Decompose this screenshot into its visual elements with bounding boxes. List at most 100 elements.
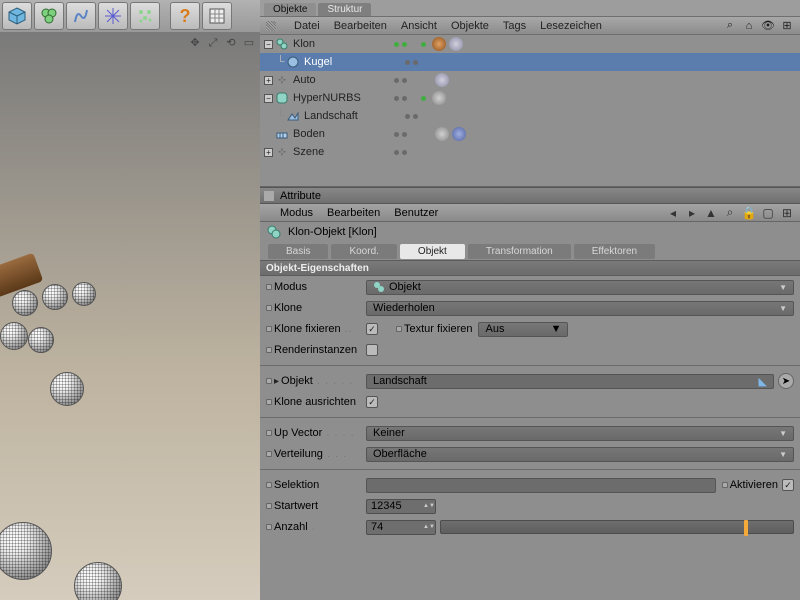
tab-objects[interactable]: Objekte <box>264 3 316 16</box>
expand-icon[interactable]: + <box>264 148 273 157</box>
pick-object-button[interactable]: ➤ <box>778 373 794 389</box>
tree-label[interactable]: Boden <box>293 128 385 140</box>
landscape-icon <box>286 109 300 123</box>
tree-row-landschaft[interactable]: └ Landschaft <box>260 107 800 125</box>
tag-icon[interactable] <box>452 127 466 141</box>
anzahl-input[interactable]: 74▲▼ <box>366 520 436 535</box>
zoom-icon[interactable]: ⤢ <box>206 36 220 50</box>
textur-fixieren-dropdown[interactable]: Aus▼ <box>478 322 568 337</box>
nav-up-icon[interactable]: ▲ <box>704 206 718 220</box>
nav-fwd-icon[interactable]: ▸ <box>685 206 699 220</box>
tree-row-szene[interactable]: + ⊹ Szene <box>260 143 800 161</box>
attribute-panel-title: Attribute <box>280 190 321 202</box>
menu-edit[interactable]: Bearbeiten <box>334 20 387 32</box>
maximize-icon[interactable]: ▭ <box>242 36 256 50</box>
up-vector-dropdown[interactable]: Keiner▼ <box>366 426 794 441</box>
tab-koord[interactable]: Koord. <box>331 244 396 259</box>
menu-view[interactable]: Ansicht <box>401 20 437 32</box>
tab-basis[interactable]: Basis <box>268 244 328 259</box>
tab-effektoren[interactable]: Effektoren <box>574 244 655 259</box>
object-tree[interactable]: − Klon └ Kugel + ⊹ Auto − <box>260 35 800 187</box>
label-selektion: Selektion <box>274 479 319 491</box>
lock-icon[interactable]: 🔒 <box>742 206 756 220</box>
viewport[interactable]: ✥ ⤢ ⟲ ▭ <box>0 32 260 600</box>
floor-icon <box>275 127 289 141</box>
eye-icon[interactable]: 👁 <box>761 19 775 33</box>
grip-icon[interactable] <box>266 21 276 31</box>
label-objekt: Objekt <box>281 375 313 387</box>
tool-spreadsheet-icon[interactable] <box>202 2 232 30</box>
menu-mode[interactable]: Modus <box>280 207 313 219</box>
cloner-icon <box>275 37 289 51</box>
tool-particles-icon[interactable] <box>130 2 160 30</box>
attribute-tabs: Basis Koord. Objekt Transformation Effek… <box>260 242 800 260</box>
tree-label[interactable]: Landschaft <box>304 110 396 122</box>
aktivieren-checkbox[interactable]: ✓ <box>782 479 794 491</box>
tree-label[interactable]: Szene <box>293 146 385 158</box>
tree-row-boden[interactable]: Boden <box>260 125 800 143</box>
tree-row-auto[interactable]: + ⊹ Auto <box>260 71 800 89</box>
menu-objects[interactable]: Objekte <box>451 20 489 32</box>
tag-icon[interactable] <box>432 37 446 51</box>
tree-label[interactable]: Auto <box>293 74 385 86</box>
menu-file[interactable]: Datei <box>294 20 320 32</box>
klone-fixieren-checkbox[interactable]: ✓ <box>366 323 378 335</box>
null-icon: ⊹ <box>275 73 289 87</box>
tab-objekt[interactable]: Objekt <box>400 244 465 259</box>
menu-tags[interactable]: Tags <box>503 20 526 32</box>
attribute-panel-header[interactable]: Attribute <box>260 187 800 204</box>
tree-label[interactable]: Kugel <box>304 56 396 68</box>
null-icon: ⊹ <box>275 145 289 159</box>
klone-dropdown[interactable]: Wiederholen▼ <box>366 301 794 316</box>
new-icon[interactable]: ▢ <box>761 206 775 220</box>
tree-label[interactable]: HyperNURBS <box>293 92 385 104</box>
clone-sphere <box>28 327 54 353</box>
move-icon[interactable]: ✥ <box>188 36 202 50</box>
clone-sphere <box>50 372 84 406</box>
anzahl-slider[interactable] <box>440 520 794 534</box>
selektion-field[interactable] <box>366 478 716 493</box>
tool-generator-icon[interactable] <box>34 2 64 30</box>
renderinstanzen-checkbox[interactable] <box>366 344 378 356</box>
clone-sphere <box>0 522 52 580</box>
startwert-input[interactable]: 12345▲▼ <box>366 499 436 514</box>
clone-sphere <box>42 284 68 310</box>
tag-icon[interactable] <box>435 127 449 141</box>
search-icon[interactable]: ⌕ <box>723 19 737 33</box>
expand-icon[interactable]: + <box>264 76 273 85</box>
expand-icon[interactable]: ⊞ <box>780 206 794 220</box>
rotate-icon[interactable]: ⟲ <box>224 36 238 50</box>
sphere-icon <box>286 55 300 69</box>
verteilung-dropdown[interactable]: Oberfläche▼ <box>366 447 794 462</box>
nav-back-icon[interactable]: ◂ <box>666 206 680 220</box>
tool-cube-icon[interactable] <box>2 2 32 30</box>
tab-transformation[interactable]: Transformation <box>468 244 571 259</box>
tool-deformer-icon[interactable] <box>66 2 96 30</box>
menu-user[interactable]: Benutzer <box>394 207 438 219</box>
tag-icon[interactable] <box>435 73 449 87</box>
objekt-link-field[interactable]: Landschaft◣ <box>366 374 774 389</box>
home-icon[interactable]: ⌂ <box>742 19 756 33</box>
link-triangle-icon: ◣ <box>759 375 767 388</box>
cloner-icon <box>266 224 282 240</box>
tree-row-klon[interactable]: − Klon <box>260 35 800 53</box>
collapse-icon[interactable]: − <box>264 94 273 103</box>
expand-icon[interactable]: ⊞ <box>780 19 794 33</box>
menu-edit[interactable]: Bearbeiten <box>327 207 380 219</box>
search-icon[interactable]: ⌕ <box>723 206 737 220</box>
label-verteilung: Verteilung <box>274 448 323 460</box>
tag-icon[interactable] <box>432 91 446 105</box>
tool-environment-icon[interactable] <box>98 2 128 30</box>
tree-row-hypernurbs[interactable]: − HyperNURBS <box>260 89 800 107</box>
panel-toggle-icon[interactable] <box>264 191 274 201</box>
tab-structure[interactable]: Struktur <box>318 3 371 16</box>
ausrichten-checkbox[interactable]: ✓ <box>366 396 378 408</box>
tree-label[interactable]: Klon <box>293 38 385 50</box>
tag-icon[interactable] <box>449 37 463 51</box>
modus-dropdown[interactable]: Objekt▼ <box>366 280 794 295</box>
collapse-icon[interactable]: − <box>264 40 273 49</box>
object-manager-menubar: Datei Bearbeiten Ansicht Objekte Tags Le… <box>260 17 800 35</box>
menu-bookmarks[interactable]: Lesezeichen <box>540 20 602 32</box>
tree-row-kugel[interactable]: └ Kugel <box>260 53 800 71</box>
tool-help-icon[interactable]: ? <box>170 2 200 30</box>
